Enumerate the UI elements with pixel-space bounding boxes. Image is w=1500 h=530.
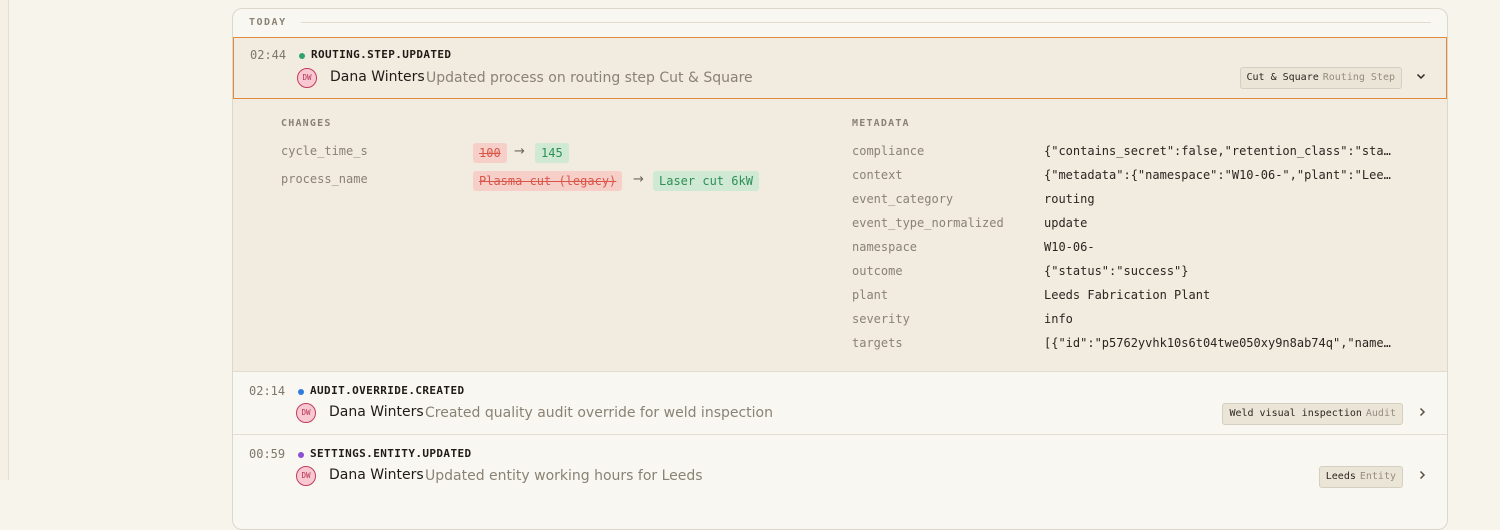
actor-name: Dana Winters xyxy=(330,69,425,85)
event-status-dot xyxy=(298,389,304,395)
new-value-chip: 145 xyxy=(535,143,569,163)
activity-card: TODAY 02:44 ROUTING.STEP.UPDATED DW Dana… xyxy=(232,8,1448,530)
metadata-value: info xyxy=(1044,312,1073,326)
metadata-key: plant xyxy=(852,288,889,302)
target-kind: Routing Step xyxy=(1322,72,1395,83)
chevron-right-icon[interactable] xyxy=(1415,469,1429,483)
change-key: cycle_time_s xyxy=(281,144,368,158)
event-summary: Updated entity working hours for Leeds xyxy=(425,468,703,484)
changes-title: CHANGES xyxy=(281,118,332,129)
event-time: 02:44 xyxy=(250,48,287,62)
old-value-chip: 100 xyxy=(473,143,507,163)
target-name: Leeds xyxy=(1325,471,1356,482)
metadata-value: {"metadata":{"namespace":"W10-06-","plan… xyxy=(1044,168,1398,182)
metadata-value: {"status":"success"} xyxy=(1044,264,1189,278)
target-name: Cut & Square xyxy=(1246,72,1319,83)
metadata-value: routing xyxy=(1044,192,1095,206)
event-summary: Created quality audit override for weld … xyxy=(425,405,773,421)
avatar: DW xyxy=(297,68,317,88)
target-tag[interactable]: Cut & Square Routing Step xyxy=(1239,67,1402,89)
target-kind: Audit xyxy=(1365,408,1396,419)
change-key: process_name xyxy=(281,172,368,186)
event-row-audit-override-created[interactable]: 02:14 AUDIT.OVERRIDE.CREATED DW Dana Win… xyxy=(233,372,1447,434)
metadata-key: severity xyxy=(852,312,910,326)
event-row-routing-step-updated[interactable]: 02:44 ROUTING.STEP.UPDATED DW Dana Winte… xyxy=(233,37,1447,99)
metadata-key: outcome xyxy=(852,264,903,278)
event-type: ROUTING.STEP.UPDATED xyxy=(311,48,452,61)
target-tag[interactable]: Leeds Entity xyxy=(1318,466,1403,488)
target-name: Weld visual inspection xyxy=(1229,408,1362,419)
event-type: SETTINGS.ENTITY.UPDATED xyxy=(310,447,472,460)
metadata-key: targets xyxy=(852,336,903,350)
event-row-settings-entity-updated[interactable]: 00:59 SETTINGS.ENTITY.UPDATED DW Dana Wi… xyxy=(233,435,1447,497)
event-detail-panel: CHANGES METADATA cycle_time_s 100 → 145 … xyxy=(233,99,1447,372)
metadata-key: compliance xyxy=(852,144,925,158)
metadata-title: METADATA xyxy=(852,118,910,129)
target-kind: Entity xyxy=(1359,471,1396,482)
metadata-value: update xyxy=(1044,216,1088,230)
day-divider xyxy=(301,22,1431,23)
event-time: 00:59 xyxy=(249,447,286,461)
event-status-dot xyxy=(299,53,305,59)
day-label: TODAY xyxy=(249,17,287,28)
arrow-right-icon: → xyxy=(514,144,525,159)
metadata-value: W10-06- xyxy=(1044,240,1095,254)
event-time: 02:14 xyxy=(249,384,286,398)
event-summary: Updated process on routing step Cut & Sq… xyxy=(426,70,753,86)
metadata-key: context xyxy=(852,168,903,182)
target-tag[interactable]: Weld visual inspection Audit xyxy=(1222,403,1403,425)
arrow-right-icon: → xyxy=(633,172,644,187)
actor-name: Dana Winters xyxy=(329,467,424,483)
left-rail xyxy=(0,0,9,480)
event-status-dot xyxy=(298,452,304,458)
avatar: DW xyxy=(296,403,316,423)
metadata-value: [{"id":"p5762yvhk10s6t04twe050xy9n8ab74q… xyxy=(1044,336,1398,350)
metadata-key: namespace xyxy=(852,240,918,254)
new-value-chip: Laser cut 6kW xyxy=(653,171,759,191)
day-header: TODAY xyxy=(233,9,1447,37)
actor-name: Dana Winters xyxy=(329,404,424,420)
avatar: DW xyxy=(296,466,316,486)
chevron-down-icon[interactable] xyxy=(1414,70,1428,84)
old-value-chip: Plasma cut (legacy) xyxy=(473,171,623,191)
metadata-key: event_type_normalized xyxy=(852,216,1004,230)
metadata-value: Leeds Fabrication Plant xyxy=(1044,288,1211,302)
chevron-right-icon[interactable] xyxy=(1415,406,1429,420)
event-type: AUDIT.OVERRIDE.CREATED xyxy=(310,384,465,397)
metadata-value: {"contains_secret":false,"retention_clas… xyxy=(1044,144,1398,158)
metadata-key: event_category xyxy=(852,192,954,206)
